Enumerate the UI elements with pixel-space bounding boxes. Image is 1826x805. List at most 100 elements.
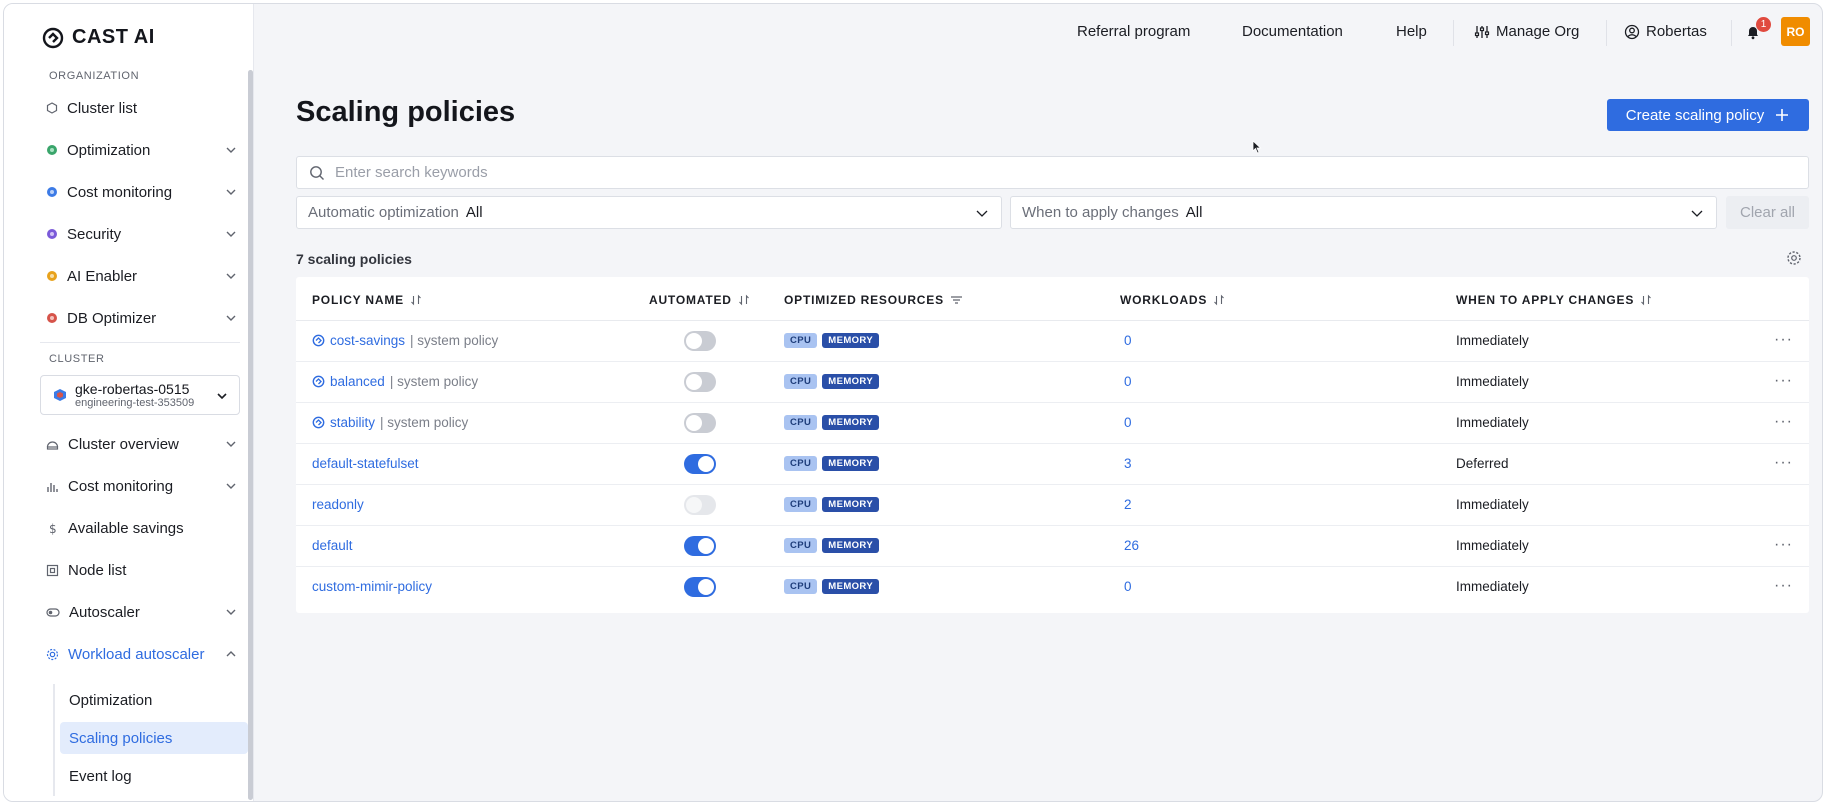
chevron-down-icon	[217, 393, 227, 400]
column-header-automated[interactable]: AUTOMATED	[649, 293, 750, 307]
policy-name-link[interactable]: cost-savings | system policy	[312, 333, 498, 348]
cast-ai-logo-icon	[42, 27, 64, 48]
sidebar-item-autoscaler[interactable]: Autoscaler	[40, 596, 244, 628]
sidebar-item-cluster-list[interactable]: Cluster list	[40, 92, 244, 124]
sidebar-scrollbar-thumb[interactable]	[248, 70, 253, 800]
sidebar-subitem-scaling-policies[interactable]: Scaling policies	[60, 722, 248, 754]
cpu-tag: CPU	[784, 374, 818, 389]
table-row[interactable]: stability | system policy CPU MEMORY 0 Immedi…	[296, 403, 1809, 444]
optimized-resources: CPU MEMORY	[784, 374, 880, 389]
toggle-knob	[698, 538, 714, 554]
cast-ai-policy-icon	[312, 334, 325, 347]
when-to-apply-changes-filter[interactable]: When to apply changes All	[1010, 196, 1717, 229]
row-actions-menu-icon[interactable]: ···	[1774, 372, 1793, 390]
automated-toggle[interactable]	[684, 577, 716, 597]
optimized-resources: CPU MEMORY	[784, 497, 880, 512]
page-title: Scaling policies	[296, 96, 516, 128]
sidebar-item-cost-monitoring[interactable]: Cost monitoring	[40, 176, 244, 208]
cpu-tag: CPU	[784, 333, 818, 348]
brand-logo[interactable]: CAST AI	[42, 26, 155, 49]
policy-name-link[interactable]: stability | system policy	[312, 415, 468, 430]
automated-toggle[interactable]	[684, 413, 716, 433]
sidebar-item-label: Cluster overview	[68, 435, 179, 453]
column-header-workloads[interactable]: WORKLOADS	[1120, 293, 1225, 307]
row-actions-menu-icon[interactable]: ···	[1774, 331, 1793, 349]
policy-name-link[interactable]: default-statefulset	[312, 456, 419, 471]
automated-toggle[interactable]	[684, 331, 716, 351]
chevron-down-icon	[226, 273, 236, 279]
workloads-count-link[interactable]: 26	[1124, 538, 1139, 553]
system-policy-label: | system policy	[389, 374, 479, 389]
manage-org-button[interactable]: Manage Org	[1474, 23, 1579, 40]
help-link[interactable]: Help	[1396, 23, 1427, 40]
policy-name-link[interactable]: balanced | system policy	[312, 374, 478, 389]
sidebar-item-label: Cluster list	[67, 99, 138, 117]
table-row[interactable]: balanced | system policy CPU MEMORY 0 Immedia…	[296, 362, 1809, 403]
user-menu-button[interactable]: Robertas	[1624, 23, 1707, 40]
policy-name-link[interactable]: default	[312, 538, 353, 553]
table-row[interactable]: readonly CPU MEMORY 2 Immediately	[296, 485, 1809, 526]
toggle-knob	[698, 579, 714, 595]
dashboard-icon	[46, 440, 59, 450]
column-header-when-to-apply[interactable]: WHEN TO APPLY CHANGES	[1456, 293, 1652, 307]
row-actions-menu-icon[interactable]: ···	[1774, 536, 1793, 554]
automated-toggle[interactable]	[684, 454, 716, 474]
sidebar-subitem-optimization[interactable]: Optimization	[60, 684, 248, 716]
sidebar-item-node-list[interactable]: Node list	[40, 554, 244, 586]
search-input[interactable]	[335, 164, 1735, 181]
create-scaling-policy-button[interactable]: Create scaling policy	[1607, 99, 1809, 131]
documentation-link[interactable]: Documentation	[1242, 23, 1343, 40]
toggle-knob	[686, 333, 702, 349]
table-settings-icon[interactable]	[1786, 250, 1802, 266]
chevron-down-icon	[226, 441, 236, 447]
workloads-count-link[interactable]: 0	[1124, 333, 1132, 348]
sidebar-item-db-optimizer[interactable]: DB Optimizer	[40, 302, 244, 334]
cluster-selector[interactable]: gke-robertas-0515 engineering-test-35350…	[40, 375, 240, 415]
column-header-optimized-resources[interactable]: OPTIMIZED RESOURCES	[784, 293, 963, 307]
sidebar-subitem-event-log[interactable]: Event log	[60, 760, 248, 792]
sidebar-item-workload-autoscaler[interactable]: Workload autoscaler	[40, 638, 244, 670]
optimized-resources: CPU MEMORY	[784, 415, 880, 430]
column-header-policy-name[interactable]: POLICY NAME	[312, 293, 422, 307]
automated-toggle[interactable]	[684, 372, 716, 392]
sidebar-item-security[interactable]: Security	[40, 218, 244, 250]
workloads-count-link[interactable]: 0	[1124, 374, 1132, 389]
dollar-icon: $	[49, 522, 57, 535]
workloads-count-link[interactable]: 2	[1124, 497, 1132, 512]
toggle-knob	[686, 497, 702, 513]
sidebar-item-cluster-overview[interactable]: Cluster overview	[40, 428, 244, 460]
organization-section-label: ORGANIZATION	[49, 70, 140, 82]
optimized-resources: CPU MEMORY	[784, 579, 880, 594]
table-row[interactable]: default CPU MEMORY 26 Immediately ···	[296, 526, 1809, 567]
referral-program-link[interactable]: Referral program	[1077, 23, 1190, 40]
cluster-name: gke-robertas-0515	[75, 380, 190, 397]
sidebar-item-cluster-cost-monitoring[interactable]: Cost monitoring	[40, 470, 244, 502]
row-actions-menu-icon[interactable]: ···	[1774, 413, 1793, 431]
policy-name-link[interactable]: readonly	[312, 497, 364, 512]
table-row[interactable]: custom-mimir-policy CPU MEMORY 0 Immediately…	[296, 567, 1809, 608]
search-icon	[310, 165, 324, 180]
clear-all-button[interactable]: Clear all	[1726, 196, 1809, 229]
table-row[interactable]: cost-savings | system policy CPU MEMORY 0 Imm…	[296, 321, 1809, 362]
column-header-label: POLICY NAME	[312, 293, 404, 307]
avatar[interactable]: RO	[1781, 17, 1810, 46]
optimized-resources: CPU MEMORY	[784, 538, 880, 553]
sidebar-item-available-savings[interactable]: $ Available savings	[40, 512, 244, 544]
row-actions-menu-icon[interactable]: ···	[1774, 577, 1793, 595]
automatic-optimization-filter[interactable]: Automatic optimization All	[296, 196, 1002, 229]
table-row[interactable]: default-statefulset CPU MEMORY 3 Deferred ···	[296, 444, 1809, 485]
node-icon	[46, 564, 59, 576]
column-header-label: WORKLOADS	[1120, 293, 1208, 307]
hexagon-icon	[46, 102, 58, 114]
automated-toggle[interactable]	[684, 536, 716, 556]
sidebar-item-ai-enabler[interactable]: AI Enabler	[40, 260, 244, 292]
policy-name-link[interactable]: custom-mimir-policy	[312, 579, 432, 594]
memory-tag: MEMORY	[822, 333, 880, 348]
row-actions-menu-icon[interactable]: ···	[1774, 454, 1793, 472]
workloads-count-link[interactable]: 0	[1124, 579, 1132, 594]
workloads-count-link[interactable]: 3	[1124, 456, 1132, 471]
sidebar-item-optimization[interactable]: Optimization	[40, 134, 244, 166]
cpu-tag: CPU	[784, 579, 818, 594]
workloads-count-link[interactable]: 0	[1124, 415, 1132, 430]
cast-ai-policy-icon	[312, 375, 325, 388]
